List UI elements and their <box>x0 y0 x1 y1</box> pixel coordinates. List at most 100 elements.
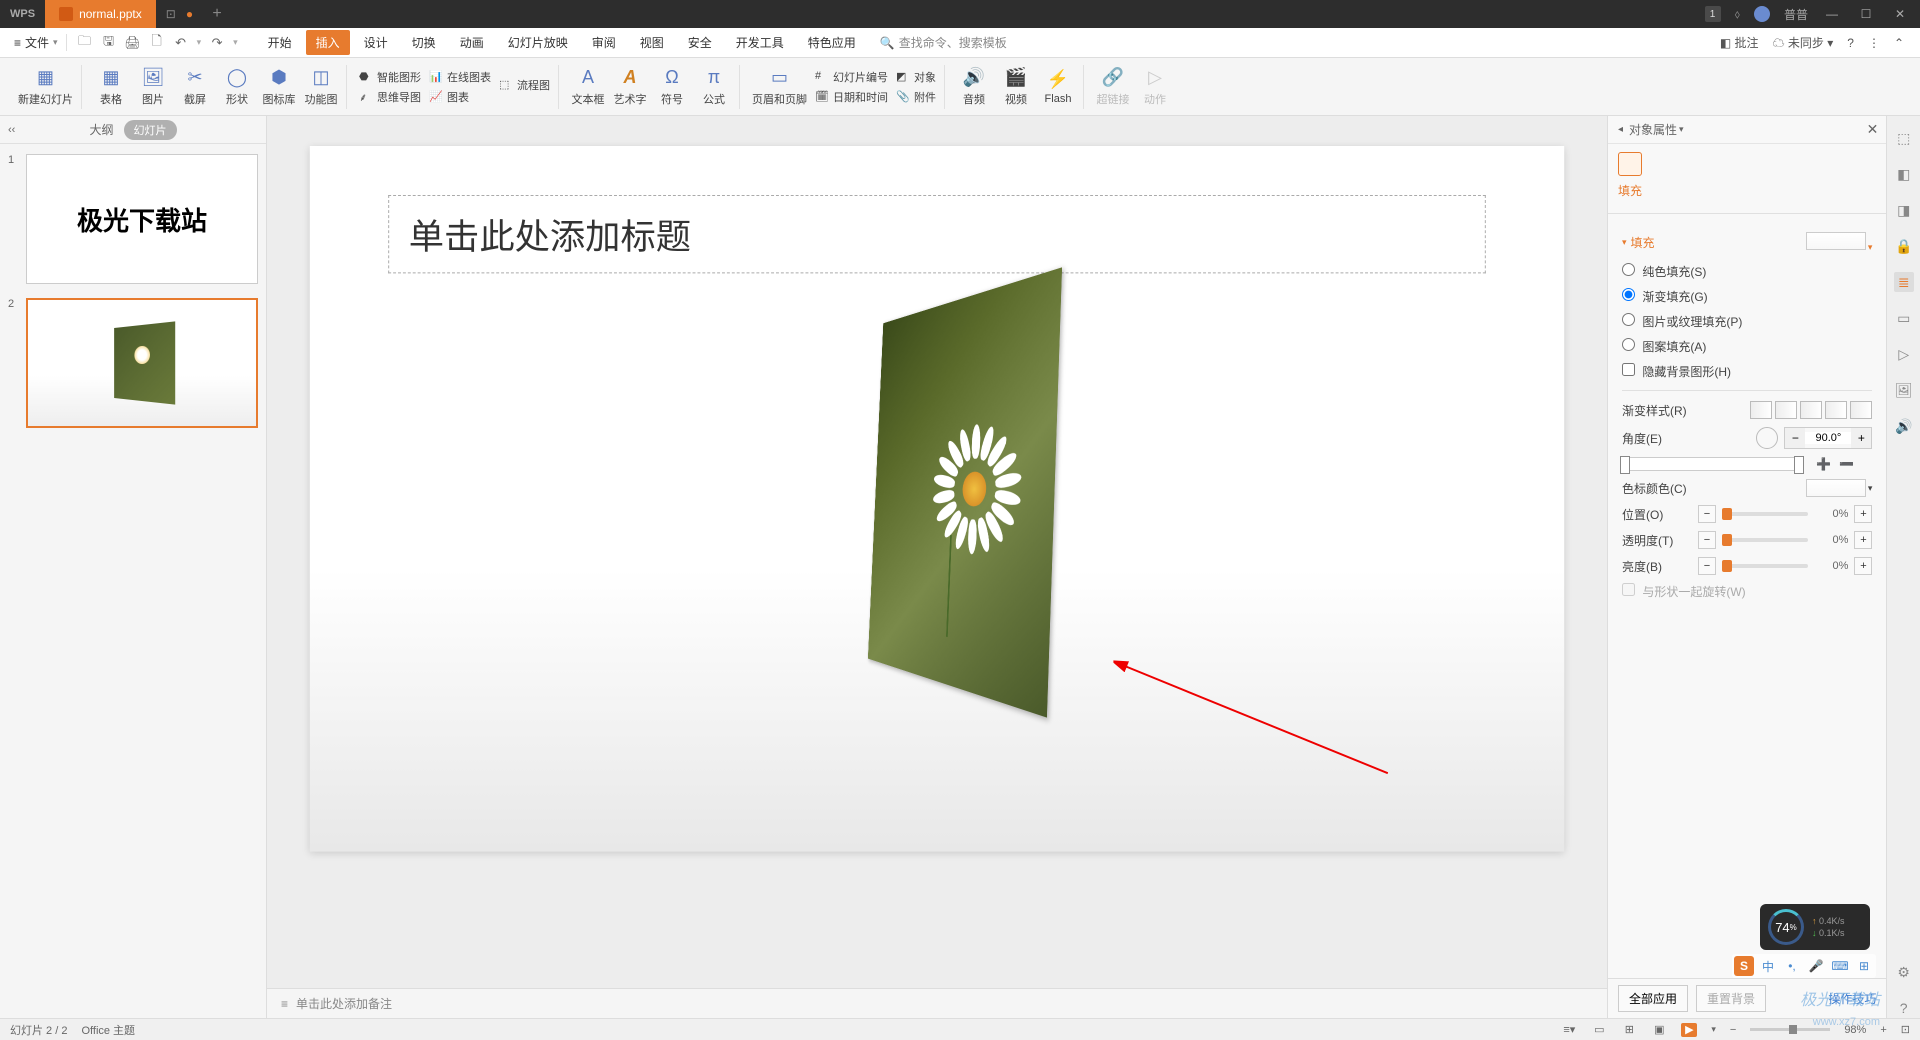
notes-bar[interactable]: ≡ 单击此处添加备注 <box>267 988 1607 1018</box>
fit-window-icon[interactable]: ⊡ <box>1901 1023 1910 1036</box>
side-icon-2[interactable]: ◧ <box>1894 164 1914 184</box>
audio-button[interactable]: 🔊音频 <box>957 67 991 107</box>
transparency-slider[interactable] <box>1722 538 1808 542</box>
open-icon[interactable]: 🗀 <box>77 35 93 51</box>
grad-style-5[interactable] <box>1850 401 1872 419</box>
ime-skin-icon[interactable]: ⊞ <box>1854 956 1874 976</box>
collapse-panel-icon[interactable]: ‹‹ <box>8 124 15 136</box>
command-search[interactable]: 🔍 查找命令、搜索模板 <box>880 34 1007 51</box>
side-icon-6[interactable]: ▭ <box>1894 308 1914 328</box>
tab-menu-icon[interactable]: ⊡ <box>166 7 176 21</box>
system-monitor-widget[interactable]: 74% ↑ 0.4K/s ↓ 0.1K/s <box>1760 904 1870 950</box>
file-dropdown-icon[interactable]: ▾ <box>53 37 58 48</box>
tab-insert[interactable]: 插入 <box>306 30 350 55</box>
panel-collapse-icon[interactable]: ◂ <box>1618 124 1623 135</box>
pattern-fill-radio[interactable]: 图案填充(A) <box>1622 338 1706 355</box>
angle-spinner[interactable]: − + <box>1784 427 1872 449</box>
side-icon-help[interactable]: ? <box>1894 998 1914 1018</box>
tab-review[interactable]: 审阅 <box>582 30 626 55</box>
tab-view[interactable]: 视图 <box>630 30 674 55</box>
reading-view-icon[interactable]: ▣ <box>1651 1023 1667 1037</box>
screenshot-button[interactable]: ✂截屏 <box>178 67 212 107</box>
onlinechart-button[interactable]: 📊在线图表 <box>429 69 491 85</box>
tab-special[interactable]: 特色应用 <box>798 30 866 55</box>
tab-animation[interactable]: 动画 <box>450 30 494 55</box>
grad-stop-1[interactable] <box>1620 456 1630 474</box>
side-icon-9[interactable]: 🔊 <box>1894 416 1914 436</box>
notification-badge[interactable]: 1 <box>1705 6 1721 22</box>
headerfooter-button[interactable]: ▭页眉和页脚 <box>752 67 807 107</box>
ime-logo-icon[interactable]: S <box>1734 956 1754 976</box>
user-avatar-icon[interactable] <box>1754 6 1770 22</box>
tab-slideshow[interactable]: 幻灯片放映 <box>498 30 578 55</box>
transparency-minus[interactable]: − <box>1698 531 1716 549</box>
grad-style-4[interactable] <box>1825 401 1847 419</box>
reset-bg-button[interactable]: 重置背景 <box>1696 985 1766 1012</box>
minimize-button[interactable]: — <box>1822 7 1842 21</box>
position-slider[interactable] <box>1722 512 1808 516</box>
slide-thumb-2[interactable]: 2 <box>8 298 258 428</box>
side-icon-4[interactable]: 🔒 <box>1894 236 1914 256</box>
chart-button[interactable]: 📈图表 <box>429 89 491 105</box>
zoom-out-icon[interactable]: − <box>1730 1024 1736 1036</box>
save-icon[interactable]: 🖫 <box>101 35 117 51</box>
redo-icon[interactable]: ↷ <box>209 35 225 51</box>
tab-transition[interactable]: 切换 <box>402 30 446 55</box>
smartart-button[interactable]: ⬣智能图形 <box>359 69 421 85</box>
undo-dropdown-icon[interactable]: ▾ <box>197 37 202 48</box>
wordart-button[interactable]: A艺术字 <box>613 67 647 107</box>
add-stop-icon[interactable]: ➕ <box>1816 457 1831 471</box>
qat-customize-icon[interactable]: ▾ <box>233 37 238 48</box>
notes-view-icon[interactable]: ≡▾ <box>1561 1023 1577 1037</box>
side-icon-7[interactable]: ▷ <box>1894 344 1914 364</box>
ime-toolbar[interactable]: S 中 •, 🎤 ⌨ ⊞ <box>1732 954 1876 978</box>
side-icon-properties[interactable]: ≣ <box>1894 272 1914 292</box>
hide-bg-checkbox[interactable]: 隐藏背景图形(H) <box>1622 363 1731 380</box>
symbol-button[interactable]: Ω符号 <box>655 67 689 107</box>
table-button[interactable]: ▦表格 <box>94 67 128 107</box>
slideshow-icon[interactable]: ▶ <box>1681 1023 1697 1037</box>
solid-fill-radio[interactable]: 纯色填充(S) <box>1622 263 1706 280</box>
side-icon-1[interactable]: ⬚ <box>1894 128 1914 148</box>
object-button[interactable]: ◩对象 <box>896 69 936 85</box>
attachment-button[interactable]: 📎附件 <box>896 89 936 105</box>
inserted-image[interactable] <box>741 264 1162 813</box>
flowchart-button[interactable]: ⬚流程图 <box>499 77 550 93</box>
side-icon-settings[interactable]: ⚙ <box>1894 962 1914 982</box>
close-button[interactable]: ✕ <box>1890 7 1910 21</box>
tab-developer[interactable]: 开发工具 <box>726 30 794 55</box>
ime-voice-icon[interactable]: 🎤 <box>1806 956 1826 976</box>
slidenumber-button[interactable]: #幻灯片编号 <box>815 69 888 85</box>
file-menu[interactable]: 文件 <box>25 34 49 51</box>
collapse-ribbon-icon[interactable]: ⌃ <box>1894 36 1904 50</box>
slide-thumb-1[interactable]: 1 极光下载站 <box>8 154 258 284</box>
grad-stop-2[interactable] <box>1794 456 1804 474</box>
new-slide-button[interactable]: ▦新建幻灯片 <box>18 67 73 107</box>
sync-button[interactable]: ☁ 未同步 ▾ <box>1773 34 1834 51</box>
angle-dial[interactable] <box>1756 427 1778 449</box>
position-minus[interactable]: − <box>1698 505 1716 523</box>
more-icon[interactable]: ⋮ <box>1868 36 1880 50</box>
picture-button[interactable]: 🖼图片 <box>136 67 170 107</box>
angle-input[interactable] <box>1805 432 1851 444</box>
position-plus[interactable]: + <box>1854 505 1872 523</box>
ime-lang-icon[interactable]: 中 <box>1758 956 1778 976</box>
tab-security[interactable]: 安全 <box>678 30 722 55</box>
gradient-fill-radio[interactable]: 渐变填充(G) <box>1622 288 1708 305</box>
shape-button[interactable]: ◯形状 <box>220 67 254 107</box>
fill-tab-icon[interactable] <box>1618 152 1642 176</box>
maximize-button[interactable]: ☐ <box>1856 7 1876 21</box>
brightness-slider[interactable] <box>1722 564 1808 568</box>
slides-tab[interactable]: 幻灯片 <box>124 120 177 140</box>
hamburger-icon[interactable]: ≡ <box>14 36 21 50</box>
fill-tab[interactable]: 填充 <box>1618 178 1642 199</box>
brightness-plus[interactable]: + <box>1854 557 1872 575</box>
print-icon[interactable]: 🖨 <box>125 35 141 51</box>
comments-button[interactable]: ◧ 批注 <box>1720 34 1759 51</box>
funcdiagram-button[interactable]: ◫功能图 <box>304 67 338 107</box>
document-tab[interactable]: normal.pptx <box>45 0 156 28</box>
grad-style-2[interactable] <box>1775 401 1797 419</box>
fill-preview-swatch[interactable] <box>1806 232 1866 250</box>
mindmap-button[interactable]: ⸙思维导图 <box>359 89 421 105</box>
transparency-plus[interactable]: + <box>1854 531 1872 549</box>
